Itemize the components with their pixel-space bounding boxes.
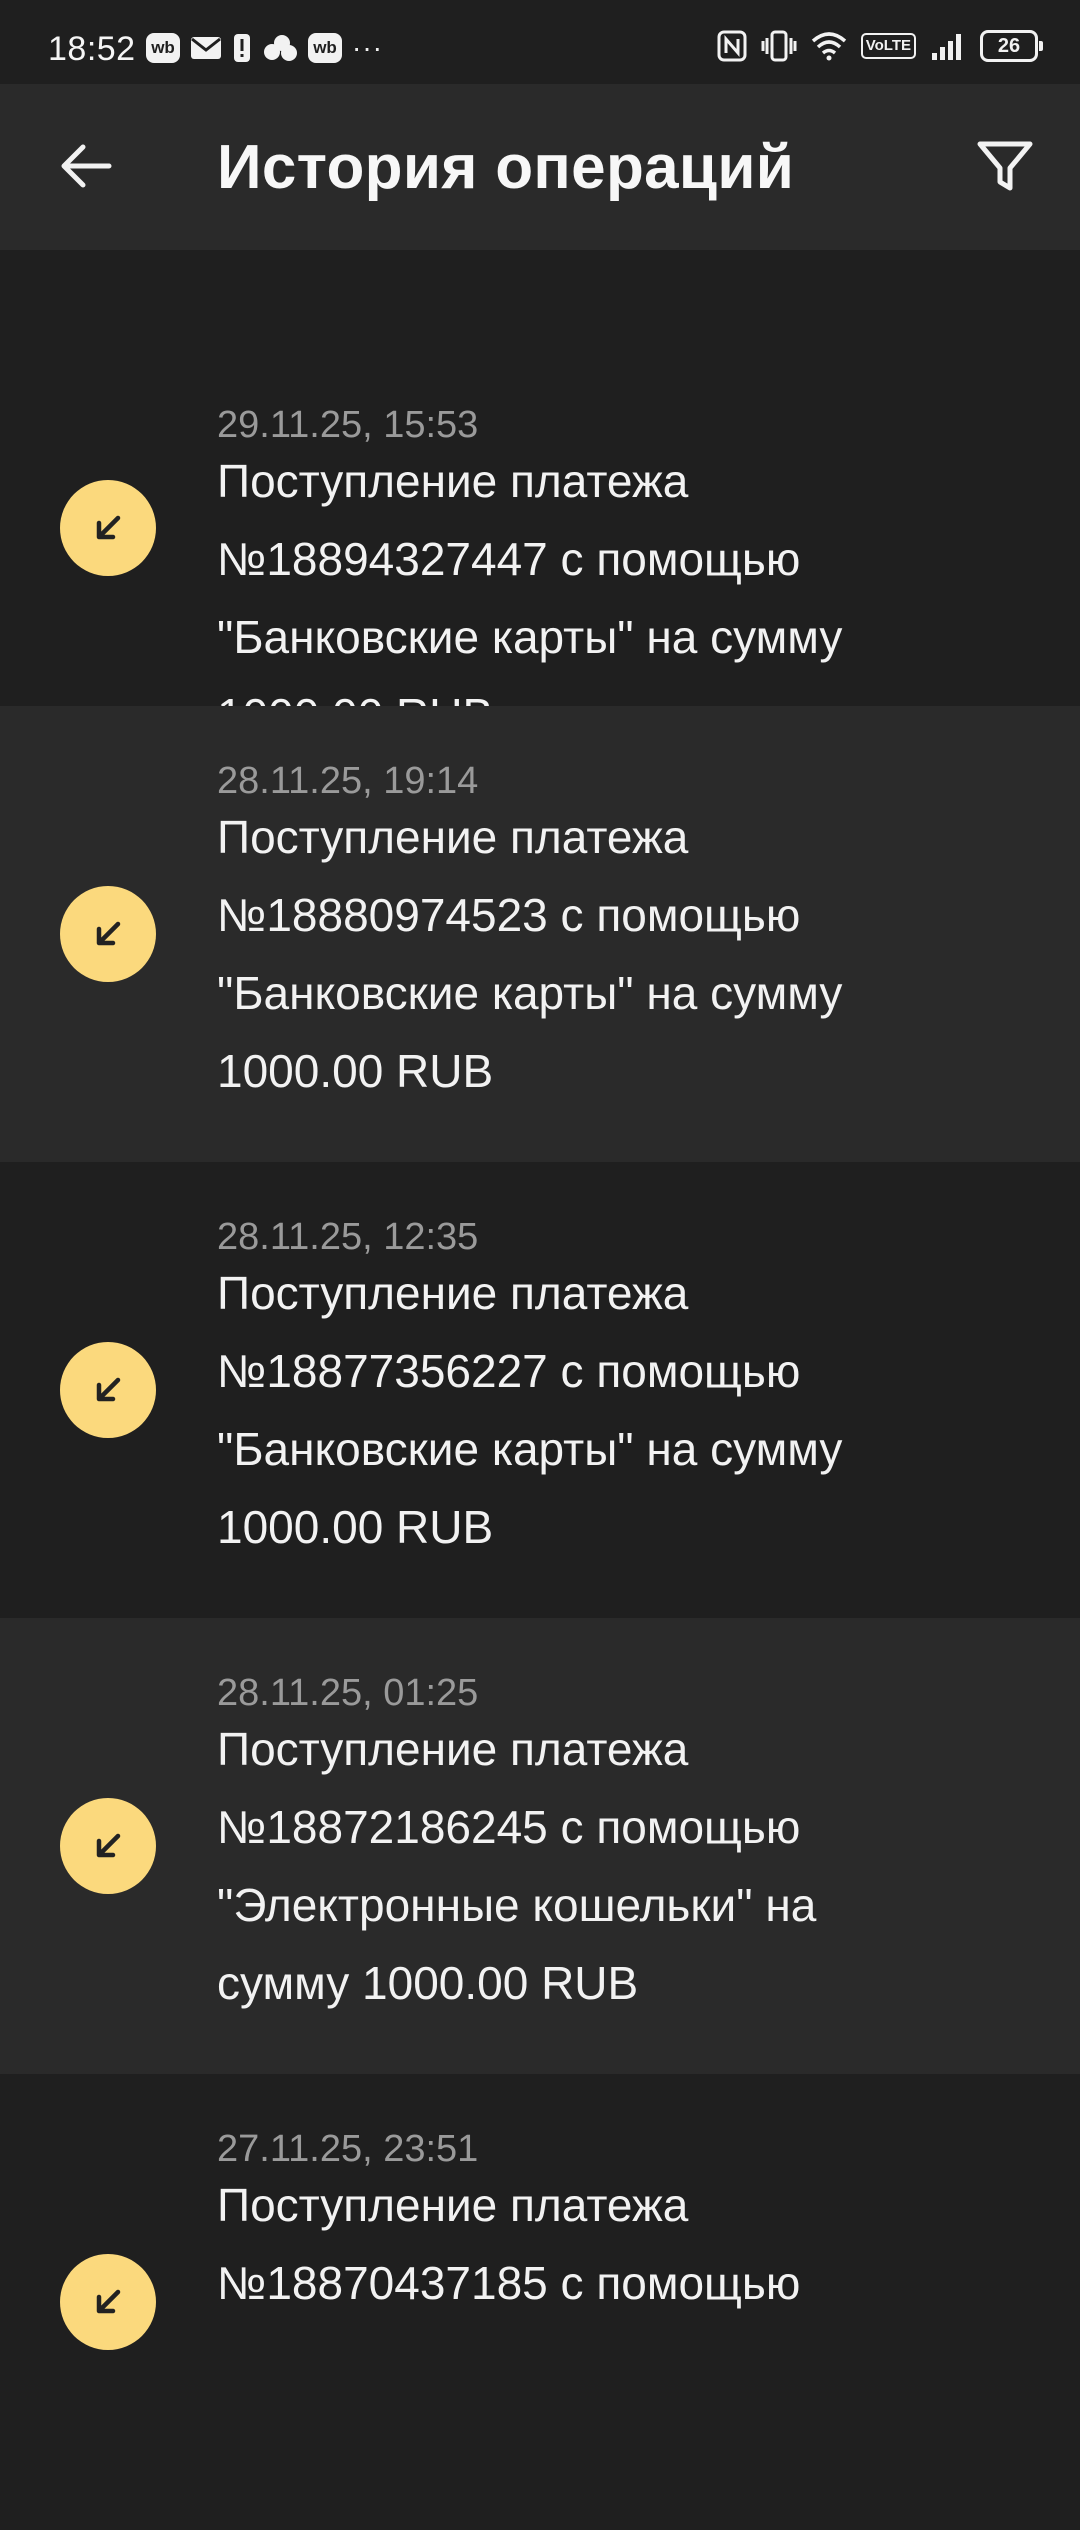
description-line: "Банковские карты" на сумму [217, 1423, 843, 1475]
description-line: Поступление платежа [217, 2179, 689, 2231]
description-line: Поступление платежа [217, 1267, 689, 1319]
list-top-spacer [0, 250, 1080, 300]
signal-icon [930, 31, 966, 61]
description-line: №18872186245 с помощью [217, 1801, 801, 1853]
filter-button[interactable] [960, 128, 1050, 208]
arrow-left-icon [57, 142, 113, 195]
operation-date: 28.11.25, 01:25 [217, 1672, 479, 1714]
system-icons: VoLTE 26 [717, 30, 1043, 62]
incoming-arrow-icon [60, 480, 156, 576]
operation-description: Поступление платежа №18877356227 с помощ… [217, 1254, 1007, 1566]
operation-item[interactable]: 27.11.25, 23:51 Поступление платежа №188… [0, 2074, 1080, 2530]
incoming-arrow-icon [60, 886, 156, 982]
operation-description: Поступление платежа №18870437185 с помощ… [217, 2166, 1007, 2322]
operations-list: 29.11.25, 15:53 Поступление платежа №188… [0, 250, 1080, 2530]
operation-date: 28.11.25, 12:35 [217, 1216, 479, 1258]
operation-item[interactable]: 28.11.25, 01:25 Поступление платежа №188… [0, 1618, 1080, 2074]
back-button[interactable] [40, 128, 130, 208]
volte-badge: VoLTE [860, 33, 916, 59]
operation-date: 29.11.25, 15:53 [217, 404, 479, 446]
status-bar: 18:52 wb wb ··· VoLTE 26 [0, 0, 1080, 84]
description-line: "Банковские карты" на сумму [217, 967, 843, 1019]
notification-icons: wb wb ··· [146, 32, 383, 64]
operation-item[interactable]: 28.11.25, 12:35 Поступление платежа №188… [0, 1162, 1080, 1618]
wb-app-icon-2: wb [308, 33, 342, 63]
description-line: Поступление платежа [217, 811, 689, 863]
more-notifications-icon: ··· [352, 32, 383, 63]
wifi-icon [811, 31, 847, 61]
vibrate-icon [761, 30, 797, 62]
operation-date: 27.11.25, 23:51 [217, 2128, 479, 2170]
operation-item[interactable]: 28.11.25, 19:14 Поступление платежа №188… [0, 706, 1080, 1162]
description-line: №18880974523 с помощью [217, 889, 801, 941]
battery-icon: 26 [980, 30, 1043, 62]
description-line: Поступление платежа [217, 455, 689, 507]
description-line: №18877356227 с помощью [217, 1345, 801, 1397]
operation-item[interactable]: 29.11.25, 15:53 Поступление платежа №188… [0, 300, 1080, 741]
app-bar: История операций [0, 84, 1080, 250]
description-line: №18894327447 с помощью [217, 533, 801, 585]
wb-app-icon: wb [146, 33, 180, 63]
description-line: 1000.00 RUB [217, 1501, 494, 1553]
incoming-arrow-icon [60, 1798, 156, 1894]
filter-icon [975, 138, 1035, 199]
description-line: "Электронные кошельки" на [217, 1879, 817, 1931]
operation-date: 28.11.25, 19:14 [217, 760, 479, 802]
description-line: 1000.00 RUB [217, 1045, 494, 1097]
page-title: История операций [217, 133, 795, 202]
incoming-arrow-icon [60, 1342, 156, 1438]
nfc-icon [717, 30, 747, 62]
incoming-arrow-icon [60, 2254, 156, 2350]
description-line: "Банковские карты" на сумму [217, 611, 843, 663]
alert-icon [232, 33, 252, 63]
description-line: №18870437185 с помощью [217, 2257, 801, 2309]
operation-description: Поступление платежа №18872186245 с помощ… [217, 1710, 1007, 2022]
mail-icon [190, 35, 222, 61]
description-line: сумму 1000.00 RUB [217, 1957, 639, 2009]
operation-description: Поступление платежа №18880974523 с помощ… [217, 798, 1007, 1110]
cloud-icon [262, 33, 298, 63]
status-time: 18:52 [48, 30, 136, 68]
description-line: Поступление платежа [217, 1723, 689, 1775]
